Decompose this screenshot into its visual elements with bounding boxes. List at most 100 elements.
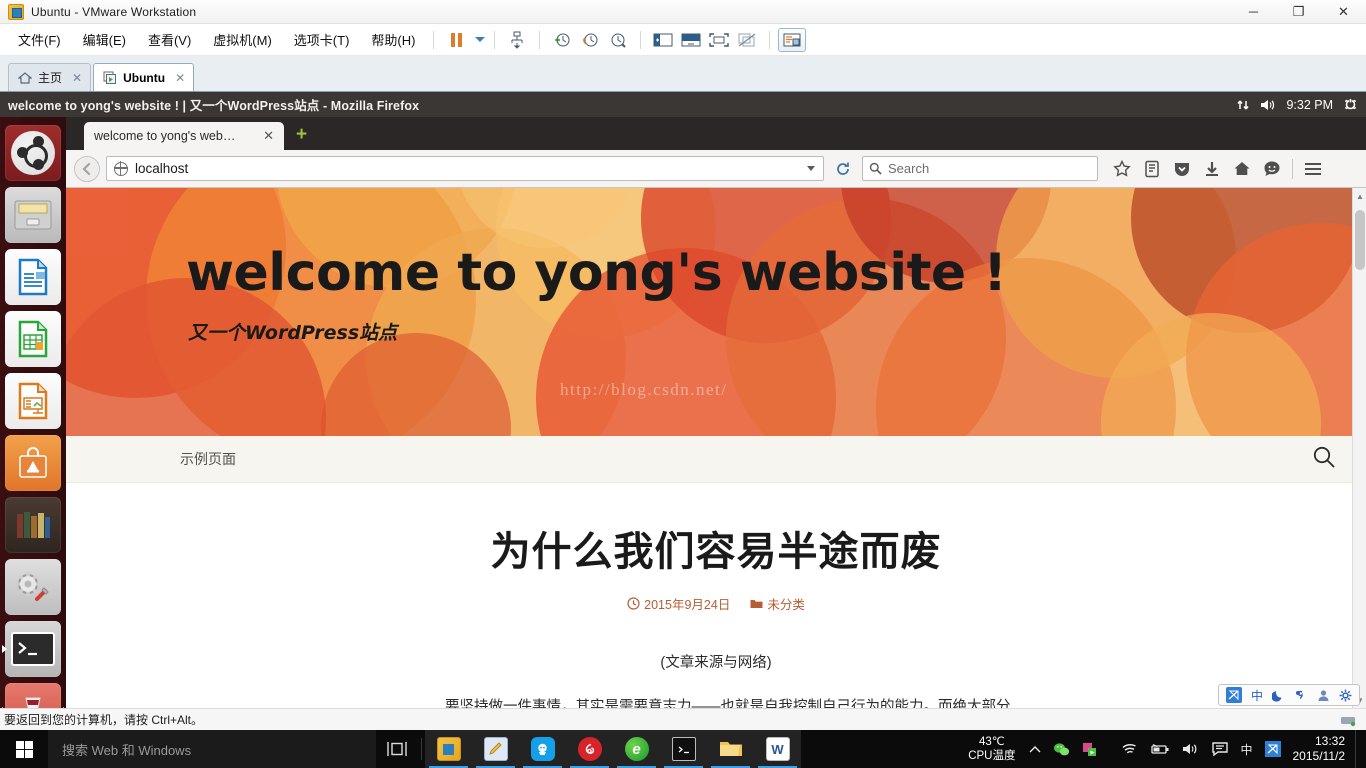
user-icon[interactable]	[1317, 689, 1330, 702]
punctuation-icon[interactable]	[1294, 689, 1308, 702]
sidebar-item-libreoffice-calc[interactable]	[5, 311, 61, 367]
close-icon[interactable]: ✕	[72, 71, 82, 85]
taskbar-app-qq[interactable]	[519, 730, 566, 768]
take-snapshot-icon[interactable]	[548, 28, 576, 52]
revert-snapshot-icon[interactable]	[576, 28, 604, 52]
cpu-temperature-widget[interactable]: 43℃ CPU温度	[960, 735, 1023, 763]
manage-snapshots-icon[interactable]	[604, 28, 632, 52]
post-category[interactable]: 未分类	[750, 594, 805, 613]
sidebar-item-libreoffice-writer[interactable]	[5, 249, 61, 305]
show-desktop-button[interactable]	[1355, 730, 1362, 768]
nav-item-sample-page[interactable]: 示例页面	[180, 449, 236, 469]
show-library-icon[interactable]	[778, 27, 807, 52]
menu-file[interactable]: 文件(F)	[8, 27, 71, 52]
post-title[interactable]: 为什么我们容易半途而废	[66, 519, 1366, 577]
sogou-logo-icon[interactable]	[1225, 687, 1242, 703]
url-bar[interactable]: localhost	[106, 156, 824, 181]
vmware-tab-ubuntu[interactable]: Ubuntu ✕	[93, 63, 195, 91]
start-button[interactable]	[0, 730, 48, 768]
downloads-icon[interactable]	[1198, 155, 1226, 183]
firefox-navbar: localhost Search	[66, 150, 1366, 188]
watermark-text: http://blog.csdn.net/	[560, 380, 728, 399]
search-icon[interactable]	[1312, 445, 1336, 474]
reader-list-icon[interactable]	[1138, 155, 1166, 183]
url-input[interactable]: localhost	[135, 161, 800, 176]
close-icon[interactable]: ✕	[175, 71, 185, 85]
reload-icon[interactable]	[830, 156, 856, 182]
enter-fullscreen-icon[interactable]	[705, 28, 733, 52]
menu-tabs[interactable]: 选项卡(T)	[284, 27, 360, 52]
moon-icon[interactable]	[1272, 689, 1285, 702]
taskbar-app-command-prompt[interactable]	[660, 730, 707, 768]
page-scrollbar[interactable]: ▲ ▼	[1352, 188, 1366, 708]
sidebar-item-amazon[interactable]	[5, 497, 61, 553]
power-gear-icon[interactable]	[1343, 97, 1358, 112]
sidebar-item-ubuntu-dash[interactable]	[5, 125, 61, 181]
home-icon[interactable]	[1228, 155, 1256, 183]
search-bar[interactable]: Search	[862, 156, 1098, 181]
close-button[interactable]: ✕	[1321, 0, 1366, 24]
menu-view[interactable]: 查看(V)	[138, 27, 201, 52]
show-console-view-icon[interactable]	[677, 28, 705, 52]
volume-icon[interactable]	[1176, 730, 1206, 768]
taskbar-clock[interactable]: 13:32 2015/11/2	[1287, 734, 1356, 764]
dropdown-caret-icon[interactable]	[470, 28, 486, 52]
site-title[interactable]: welcome to yong's website !	[186, 243, 1007, 303]
network-icon[interactable]	[1236, 98, 1250, 112]
volume-icon[interactable]	[1260, 98, 1276, 112]
task-view-icon[interactable]	[376, 730, 418, 768]
pocket-icon[interactable]	[1168, 155, 1196, 183]
history-dropdown-icon[interactable]	[807, 166, 815, 171]
sidebar-item-files[interactable]	[5, 187, 61, 243]
taskbar-app-file-explorer[interactable]	[707, 730, 754, 768]
chevron-up-icon[interactable]	[1023, 730, 1047, 768]
sogou-tray-icon[interactable]	[1259, 730, 1287, 768]
taskbar-app-edge-browser[interactable]: e	[613, 730, 660, 768]
home-icon	[17, 71, 33, 85]
settings-gear-icon[interactable]	[1339, 689, 1352, 702]
pause-icon[interactable]	[442, 28, 470, 52]
taskbar-search-box[interactable]: 搜索 Web 和 Windows	[48, 730, 376, 768]
ubuntu-clock[interactable]: 9:32 PM	[1286, 98, 1333, 112]
snapshot-manager-icon[interactable]	[503, 28, 531, 52]
sidebar-item-wine[interactable]	[2, 683, 64, 708]
document-icon	[18, 258, 48, 296]
hamburger-menu-icon[interactable]	[1299, 155, 1327, 183]
wechat-icon[interactable]	[1047, 730, 1076, 768]
back-arrow-icon[interactable]	[74, 155, 100, 182]
vmware-tab-home[interactable]: 主页 ✕	[8, 63, 92, 91]
menu-help[interactable]: 帮助(H)	[361, 27, 425, 52]
wifi-icon[interactable]	[1115, 730, 1144, 768]
sidebar-item-terminal[interactable]	[2, 621, 61, 677]
sidebar-item-system-settings[interactable]	[5, 559, 61, 615]
sidebar-item-software-center[interactable]	[5, 435, 61, 491]
ime-mode-chinese[interactable]: 中	[1251, 687, 1263, 704]
taskbar-app-notepad[interactable]	[472, 730, 519, 768]
scrollbar-thumb[interactable]	[1355, 210, 1365, 270]
close-icon[interactable]: ✕	[263, 128, 274, 144]
menu-edit[interactable]: 编辑(E)	[73, 27, 136, 52]
menu-vm[interactable]: 虚拟机(M)	[203, 27, 282, 52]
sidebar-item-libreoffice-impress[interactable]	[5, 373, 61, 429]
cpu-temp-value: 43℃	[978, 736, 1005, 748]
screenshot-icon[interactable]	[1076, 730, 1103, 768]
hello-smiley-icon[interactable]	[1258, 155, 1286, 183]
ime-language-indicator[interactable]: 中	[1234, 730, 1258, 768]
show-sidebar-icon[interactable]	[649, 28, 677, 52]
firefox-window: welcome to yong's web… ✕ + localhost Sea…	[66, 117, 1366, 708]
action-center-icon[interactable]	[1206, 730, 1234, 768]
battery-icon[interactable]	[1144, 730, 1176, 768]
taskbar-app-vmware-workstation[interactable]	[425, 730, 472, 768]
bookmark-star-icon[interactable]	[1108, 155, 1136, 183]
scroll-up-arrow[interactable]: ▲	[1353, 188, 1366, 204]
new-tab-button[interactable]: +	[296, 125, 307, 144]
maximize-button[interactable]: ❐	[1276, 0, 1321, 24]
minimize-button[interactable]: ─	[1231, 0, 1276, 24]
firefox-tab[interactable]: welcome to yong's web… ✕	[84, 122, 284, 150]
post-date[interactable]: 2015年9月24日	[627, 594, 730, 613]
taskbar-app-microsoft-word[interactable]: W	[754, 730, 801, 768]
taskbar-app-netease-music[interactable]	[566, 730, 613, 768]
harddisk-status-icon[interactable]	[1340, 713, 1358, 727]
unity-mode-icon[interactable]	[733, 28, 761, 52]
search-input[interactable]: Search	[888, 161, 929, 176]
